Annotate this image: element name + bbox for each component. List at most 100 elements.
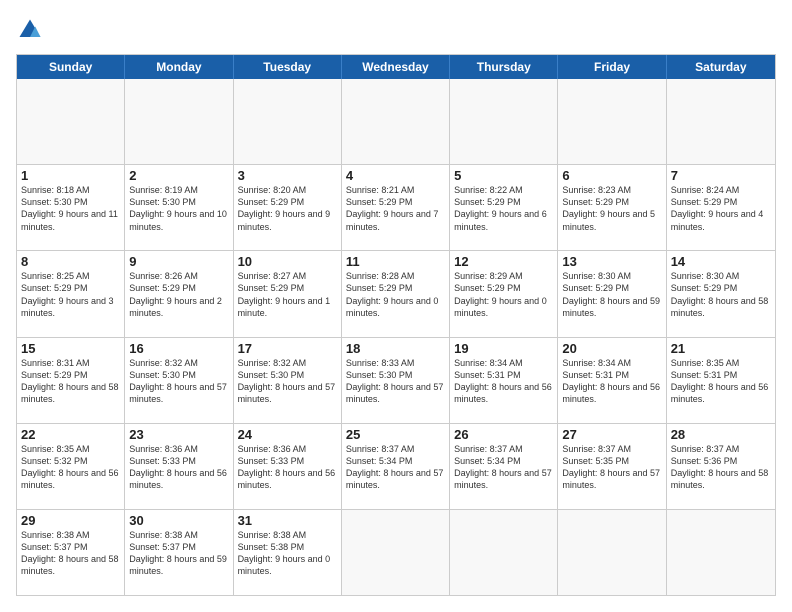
calendar-cell: 30Sunrise: 8:38 AMSunset: 5:37 PMDayligh… bbox=[125, 510, 233, 595]
calendar-cell: 11Sunrise: 8:28 AMSunset: 5:29 PMDayligh… bbox=[342, 251, 450, 336]
calendar-cell: 18Sunrise: 8:33 AMSunset: 5:30 PMDayligh… bbox=[342, 338, 450, 423]
cell-info: Sunrise: 8:22 AMSunset: 5:29 PMDaylight:… bbox=[454, 184, 553, 233]
calendar-cell: 21Sunrise: 8:35 AMSunset: 5:31 PMDayligh… bbox=[667, 338, 775, 423]
calendar-cell: 17Sunrise: 8:32 AMSunset: 5:30 PMDayligh… bbox=[234, 338, 342, 423]
day-number: 15 bbox=[21, 341, 120, 356]
day-number: 27 bbox=[562, 427, 661, 442]
cell-info: Sunrise: 8:27 AMSunset: 5:29 PMDaylight:… bbox=[238, 270, 337, 319]
day-number: 9 bbox=[129, 254, 228, 269]
cell-info: Sunrise: 8:32 AMSunset: 5:30 PMDaylight:… bbox=[238, 357, 337, 406]
calendar-cell: 7Sunrise: 8:24 AMSunset: 5:29 PMDaylight… bbox=[667, 165, 775, 250]
day-number: 28 bbox=[671, 427, 771, 442]
calendar-cell bbox=[667, 510, 775, 595]
calendar-cell bbox=[125, 79, 233, 164]
cell-info: Sunrise: 8:23 AMSunset: 5:29 PMDaylight:… bbox=[562, 184, 661, 233]
calendar-cell bbox=[342, 79, 450, 164]
calendar: SundayMondayTuesdayWednesdayThursdayFrid… bbox=[16, 54, 776, 596]
calendar-cell: 8Sunrise: 8:25 AMSunset: 5:29 PMDaylight… bbox=[17, 251, 125, 336]
calendar-cell bbox=[342, 510, 450, 595]
calendar-cell: 15Sunrise: 8:31 AMSunset: 5:29 PMDayligh… bbox=[17, 338, 125, 423]
calendar-cell bbox=[234, 79, 342, 164]
calendar-row-0 bbox=[17, 79, 775, 164]
day-number: 18 bbox=[346, 341, 445, 356]
day-number: 19 bbox=[454, 341, 553, 356]
calendar-cell bbox=[558, 79, 666, 164]
cell-info: Sunrise: 8:24 AMSunset: 5:29 PMDaylight:… bbox=[671, 184, 771, 233]
calendar-cell bbox=[450, 510, 558, 595]
day-number: 6 bbox=[562, 168, 661, 183]
calendar-cell: 16Sunrise: 8:32 AMSunset: 5:30 PMDayligh… bbox=[125, 338, 233, 423]
day-number: 11 bbox=[346, 254, 445, 269]
calendar-cell: 4Sunrise: 8:21 AMSunset: 5:29 PMDaylight… bbox=[342, 165, 450, 250]
cell-info: Sunrise: 8:37 AMSunset: 5:34 PMDaylight:… bbox=[346, 443, 445, 492]
cell-info: Sunrise: 8:21 AMSunset: 5:29 PMDaylight:… bbox=[346, 184, 445, 233]
cell-info: Sunrise: 8:25 AMSunset: 5:29 PMDaylight:… bbox=[21, 270, 120, 319]
calendar-cell: 2Sunrise: 8:19 AMSunset: 5:30 PMDaylight… bbox=[125, 165, 233, 250]
cell-info: Sunrise: 8:18 AMSunset: 5:30 PMDaylight:… bbox=[21, 184, 120, 233]
cell-info: Sunrise: 8:31 AMSunset: 5:29 PMDaylight:… bbox=[21, 357, 120, 406]
day-number: 29 bbox=[21, 513, 120, 528]
header-day-saturday: Saturday bbox=[667, 55, 775, 79]
header-day-tuesday: Tuesday bbox=[234, 55, 342, 79]
header bbox=[16, 16, 776, 44]
calendar-cell bbox=[667, 79, 775, 164]
cell-info: Sunrise: 8:32 AMSunset: 5:30 PMDaylight:… bbox=[129, 357, 228, 406]
cell-info: Sunrise: 8:19 AMSunset: 5:30 PMDaylight:… bbox=[129, 184, 228, 233]
calendar-cell: 19Sunrise: 8:34 AMSunset: 5:31 PMDayligh… bbox=[450, 338, 558, 423]
cell-info: Sunrise: 8:38 AMSunset: 5:37 PMDaylight:… bbox=[21, 529, 120, 578]
page: SundayMondayTuesdayWednesdayThursdayFrid… bbox=[0, 0, 792, 612]
cell-info: Sunrise: 8:37 AMSunset: 5:35 PMDaylight:… bbox=[562, 443, 661, 492]
calendar-cell: 14Sunrise: 8:30 AMSunset: 5:29 PMDayligh… bbox=[667, 251, 775, 336]
calendar-cell: 12Sunrise: 8:29 AMSunset: 5:29 PMDayligh… bbox=[450, 251, 558, 336]
calendar-cell: 25Sunrise: 8:37 AMSunset: 5:34 PMDayligh… bbox=[342, 424, 450, 509]
day-number: 3 bbox=[238, 168, 337, 183]
calendar-cell: 3Sunrise: 8:20 AMSunset: 5:29 PMDaylight… bbox=[234, 165, 342, 250]
cell-info: Sunrise: 8:20 AMSunset: 5:29 PMDaylight:… bbox=[238, 184, 337, 233]
header-day-wednesday: Wednesday bbox=[342, 55, 450, 79]
day-number: 12 bbox=[454, 254, 553, 269]
calendar-cell: 27Sunrise: 8:37 AMSunset: 5:35 PMDayligh… bbox=[558, 424, 666, 509]
calendar-cell: 9Sunrise: 8:26 AMSunset: 5:29 PMDaylight… bbox=[125, 251, 233, 336]
logo-icon bbox=[16, 16, 44, 44]
calendar-row-3: 15Sunrise: 8:31 AMSunset: 5:29 PMDayligh… bbox=[17, 337, 775, 423]
calendar-cell: 23Sunrise: 8:36 AMSunset: 5:33 PMDayligh… bbox=[125, 424, 233, 509]
calendar-cell: 26Sunrise: 8:37 AMSunset: 5:34 PMDayligh… bbox=[450, 424, 558, 509]
calendar-cell bbox=[450, 79, 558, 164]
day-number: 20 bbox=[562, 341, 661, 356]
day-number: 4 bbox=[346, 168, 445, 183]
calendar-cell: 29Sunrise: 8:38 AMSunset: 5:37 PMDayligh… bbox=[17, 510, 125, 595]
cell-info: Sunrise: 8:35 AMSunset: 5:32 PMDaylight:… bbox=[21, 443, 120, 492]
cell-info: Sunrise: 8:26 AMSunset: 5:29 PMDaylight:… bbox=[129, 270, 228, 319]
cell-info: Sunrise: 8:36 AMSunset: 5:33 PMDaylight:… bbox=[238, 443, 337, 492]
cell-info: Sunrise: 8:30 AMSunset: 5:29 PMDaylight:… bbox=[671, 270, 771, 319]
cell-info: Sunrise: 8:34 AMSunset: 5:31 PMDaylight:… bbox=[562, 357, 661, 406]
header-day-monday: Monday bbox=[125, 55, 233, 79]
header-day-friday: Friday bbox=[558, 55, 666, 79]
cell-info: Sunrise: 8:28 AMSunset: 5:29 PMDaylight:… bbox=[346, 270, 445, 319]
header-day-thursday: Thursday bbox=[450, 55, 558, 79]
calendar-cell: 20Sunrise: 8:34 AMSunset: 5:31 PMDayligh… bbox=[558, 338, 666, 423]
day-number: 5 bbox=[454, 168, 553, 183]
day-number: 23 bbox=[129, 427, 228, 442]
calendar-cell bbox=[558, 510, 666, 595]
calendar-row-1: 1Sunrise: 8:18 AMSunset: 5:30 PMDaylight… bbox=[17, 164, 775, 250]
calendar-row-5: 29Sunrise: 8:38 AMSunset: 5:37 PMDayligh… bbox=[17, 509, 775, 595]
day-number: 24 bbox=[238, 427, 337, 442]
day-number: 7 bbox=[671, 168, 771, 183]
cell-info: Sunrise: 8:35 AMSunset: 5:31 PMDaylight:… bbox=[671, 357, 771, 406]
day-number: 14 bbox=[671, 254, 771, 269]
day-number: 10 bbox=[238, 254, 337, 269]
calendar-cell: 1Sunrise: 8:18 AMSunset: 5:30 PMDaylight… bbox=[17, 165, 125, 250]
day-number: 17 bbox=[238, 341, 337, 356]
logo bbox=[16, 16, 48, 44]
day-number: 8 bbox=[21, 254, 120, 269]
calendar-cell: 13Sunrise: 8:30 AMSunset: 5:29 PMDayligh… bbox=[558, 251, 666, 336]
calendar-row-2: 8Sunrise: 8:25 AMSunset: 5:29 PMDaylight… bbox=[17, 250, 775, 336]
calendar-cell: 5Sunrise: 8:22 AMSunset: 5:29 PMDaylight… bbox=[450, 165, 558, 250]
day-number: 26 bbox=[454, 427, 553, 442]
day-number: 31 bbox=[238, 513, 337, 528]
day-number: 22 bbox=[21, 427, 120, 442]
cell-info: Sunrise: 8:37 AMSunset: 5:34 PMDaylight:… bbox=[454, 443, 553, 492]
day-number: 25 bbox=[346, 427, 445, 442]
calendar-cell: 22Sunrise: 8:35 AMSunset: 5:32 PMDayligh… bbox=[17, 424, 125, 509]
